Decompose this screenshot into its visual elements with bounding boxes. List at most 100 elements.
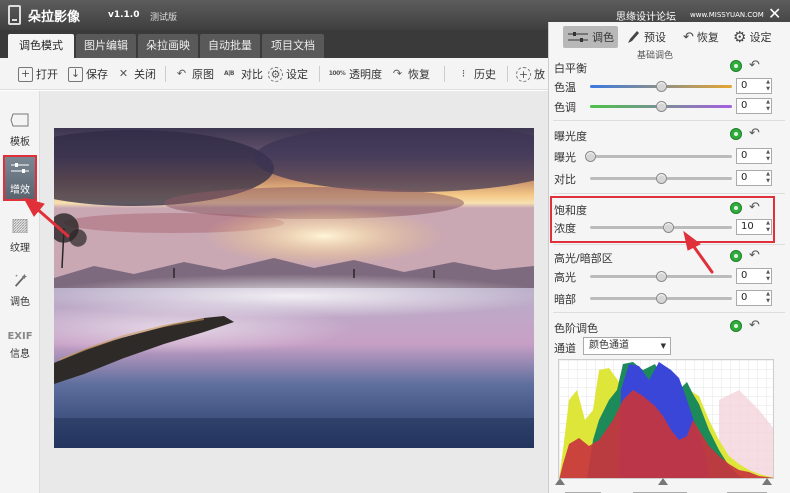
tab-image-edit[interactable]: 图片编辑 [76, 34, 136, 58]
tab-dora-film[interactable]: 朵拉画映 [138, 34, 198, 58]
settings-button[interactable]: ⚙ 设定 [268, 65, 308, 83]
highlights-label: 高光 [554, 271, 576, 284]
section-levels: 色阶调色 [554, 322, 598, 335]
toolbar-divider [165, 66, 166, 82]
tab-restore[interactable]: ↶ 恢复 [683, 26, 719, 48]
undo-icon: ↶ [176, 66, 187, 80]
slider-knob[interactable] [655, 173, 667, 184]
highlights-reset-icon[interactable]: ↶ [749, 249, 760, 262]
close-file-button[interactable]: ✕ 关闭 [116, 65, 156, 83]
black-point-handle[interactable] [555, 478, 565, 485]
tab-presets[interactable]: 预设 [625, 26, 666, 48]
slider-knob[interactable] [655, 271, 667, 282]
highlights-slider[interactable] [590, 271, 732, 282]
gear-icon: ⚙ [733, 28, 747, 46]
highlights-input[interactable]: 0 [736, 268, 772, 284]
exposure-reset-icon[interactable]: ↶ [749, 127, 760, 140]
saturation-toggle-icon[interactable] [730, 202, 742, 214]
highlights-toggle-icon[interactable] [730, 250, 742, 262]
shadows-input[interactable]: 0 [736, 290, 772, 306]
photo-preview[interactable] [54, 128, 534, 448]
opacity-icon: 100% [328, 69, 346, 77]
tab-color-adjust[interactable]: 调色 [563, 26, 618, 48]
tab-color-adjust-label: 调色 [592, 31, 614, 44]
open-label: 打开 [36, 68, 58, 81]
exposure-slider[interactable] [584, 151, 732, 162]
exposure-input[interactable]: 0 [736, 148, 772, 164]
opacity-button[interactable]: 100% 透明度 [328, 65, 382, 83]
exposure-toggle-icon[interactable] [730, 128, 742, 140]
white-balance-reset-icon[interactable]: ↶ [749, 59, 760, 72]
tab-color-mode[interactable]: 调色模式 [8, 34, 74, 58]
texture-tool[interactable]: 纹理 [0, 218, 40, 254]
close-icon[interactable]: ✕ [768, 4, 781, 23]
opacity-label: 透明度 [349, 68, 382, 81]
basic-adjust-caption: 基础调色 [637, 51, 674, 61]
template-label: 模板 [10, 137, 30, 148]
open-button[interactable]: + 打开 [18, 65, 58, 83]
template-tool[interactable]: 模板 [0, 113, 40, 148]
enhance-label: 增效 [10, 185, 30, 196]
levels-reset-icon[interactable]: ↶ [749, 319, 760, 332]
texture-label: 纹理 [10, 243, 30, 254]
redo-icon: ↷ [392, 66, 403, 80]
app-version: v1.1.0 [108, 10, 140, 20]
histogram[interactable] [558, 359, 774, 479]
temperature-label: 色温 [554, 81, 576, 94]
slider-knob[interactable] [662, 222, 674, 233]
enhance-tool[interactable]: 增效 [3, 155, 37, 201]
save-button[interactable]: ↓ 保存 [68, 65, 108, 83]
saturation-label: 浓度 [554, 222, 576, 235]
compare-button[interactable]: A|B 对比 [220, 65, 263, 83]
gamma-handle[interactable] [658, 478, 668, 485]
section-highlights-shadows: 高光/暗部区 [554, 252, 613, 265]
download-icon: ↓ [68, 66, 83, 82]
levels-toggle-icon[interactable] [730, 320, 742, 332]
toolbar: + 打开 ↓ 保存 ✕ 关闭 ↶ 原图 A|B 对比 ⚙ 设定 100% 透明度… [0, 58, 548, 90]
tint-input[interactable]: 0 [736, 98, 772, 114]
contrast-label: 对比 [554, 173, 576, 186]
app-logo-icon [8, 5, 21, 25]
magic-wand-icon [14, 273, 27, 287]
slider-knob[interactable] [655, 293, 667, 304]
contrast-input[interactable]: 0 [736, 170, 772, 186]
shadows-slider[interactable] [590, 293, 732, 304]
texture-icon [12, 218, 28, 234]
close-label: 关闭 [134, 68, 156, 81]
slider-knob[interactable] [655, 101, 667, 112]
section-white-balance: 白平衡 [554, 62, 587, 75]
original-button[interactable]: ↶ 原图 [174, 65, 214, 83]
tint-slider[interactable] [590, 101, 732, 112]
left-tool-strip: 模板 增效 纹理 调色 EXIF 信息 [0, 91, 40, 493]
saturation-reset-icon[interactable]: ↶ [749, 201, 760, 214]
zoom-label: 放 [534, 68, 545, 81]
compare-ab-icon: A|B [224, 69, 234, 77]
restore-button[interactable]: ↷ 恢复 [390, 65, 430, 83]
slider-knob[interactable] [584, 151, 596, 162]
tab-settings[interactable]: ⚙ 设定 [733, 26, 771, 48]
contrast-slider[interactable] [590, 173, 732, 184]
original-label: 原图 [192, 68, 214, 81]
slider-knob[interactable] [655, 81, 667, 92]
white-point-handle[interactable] [762, 478, 772, 485]
section-divider [553, 193, 785, 194]
panel-tabs: 调色 预设 ↶ 恢复 ⚙ 设定 [549, 22, 790, 50]
saturation-slider[interactable] [590, 222, 732, 233]
x-icon: ✕ [118, 66, 129, 80]
adjustment-panel: 调色 预设 ↶ 恢复 ⚙ 设定 基础调色 白平衡 ↶ 色温 0 色调 0 曝光度… [548, 22, 790, 493]
temperature-input[interactable]: 0 [736, 78, 772, 94]
white-balance-toggle-icon[interactable] [730, 60, 742, 72]
tab-project-docs[interactable]: 项目文档 [262, 34, 324, 58]
saturation-input[interactable]: 10 [736, 219, 772, 235]
compare-label: 对比 [241, 68, 263, 81]
watermark: 思缘设计论坛 [616, 12, 676, 23]
info-tool[interactable]: EXIF 信息 [0, 331, 40, 360]
color-tool[interactable]: 调色 [0, 273, 40, 308]
toolbar-divider [507, 66, 508, 82]
history-button[interactable]: ⁝ 历史 [456, 65, 496, 83]
temperature-slider[interactable] [590, 81, 732, 92]
channel-select[interactable]: 颜色通道 [583, 337, 671, 355]
zoom-icon: + [516, 66, 531, 82]
zoom-button[interactable]: + 放 [516, 65, 545, 83]
tab-auto-batch[interactable]: 自动批量 [200, 34, 260, 58]
